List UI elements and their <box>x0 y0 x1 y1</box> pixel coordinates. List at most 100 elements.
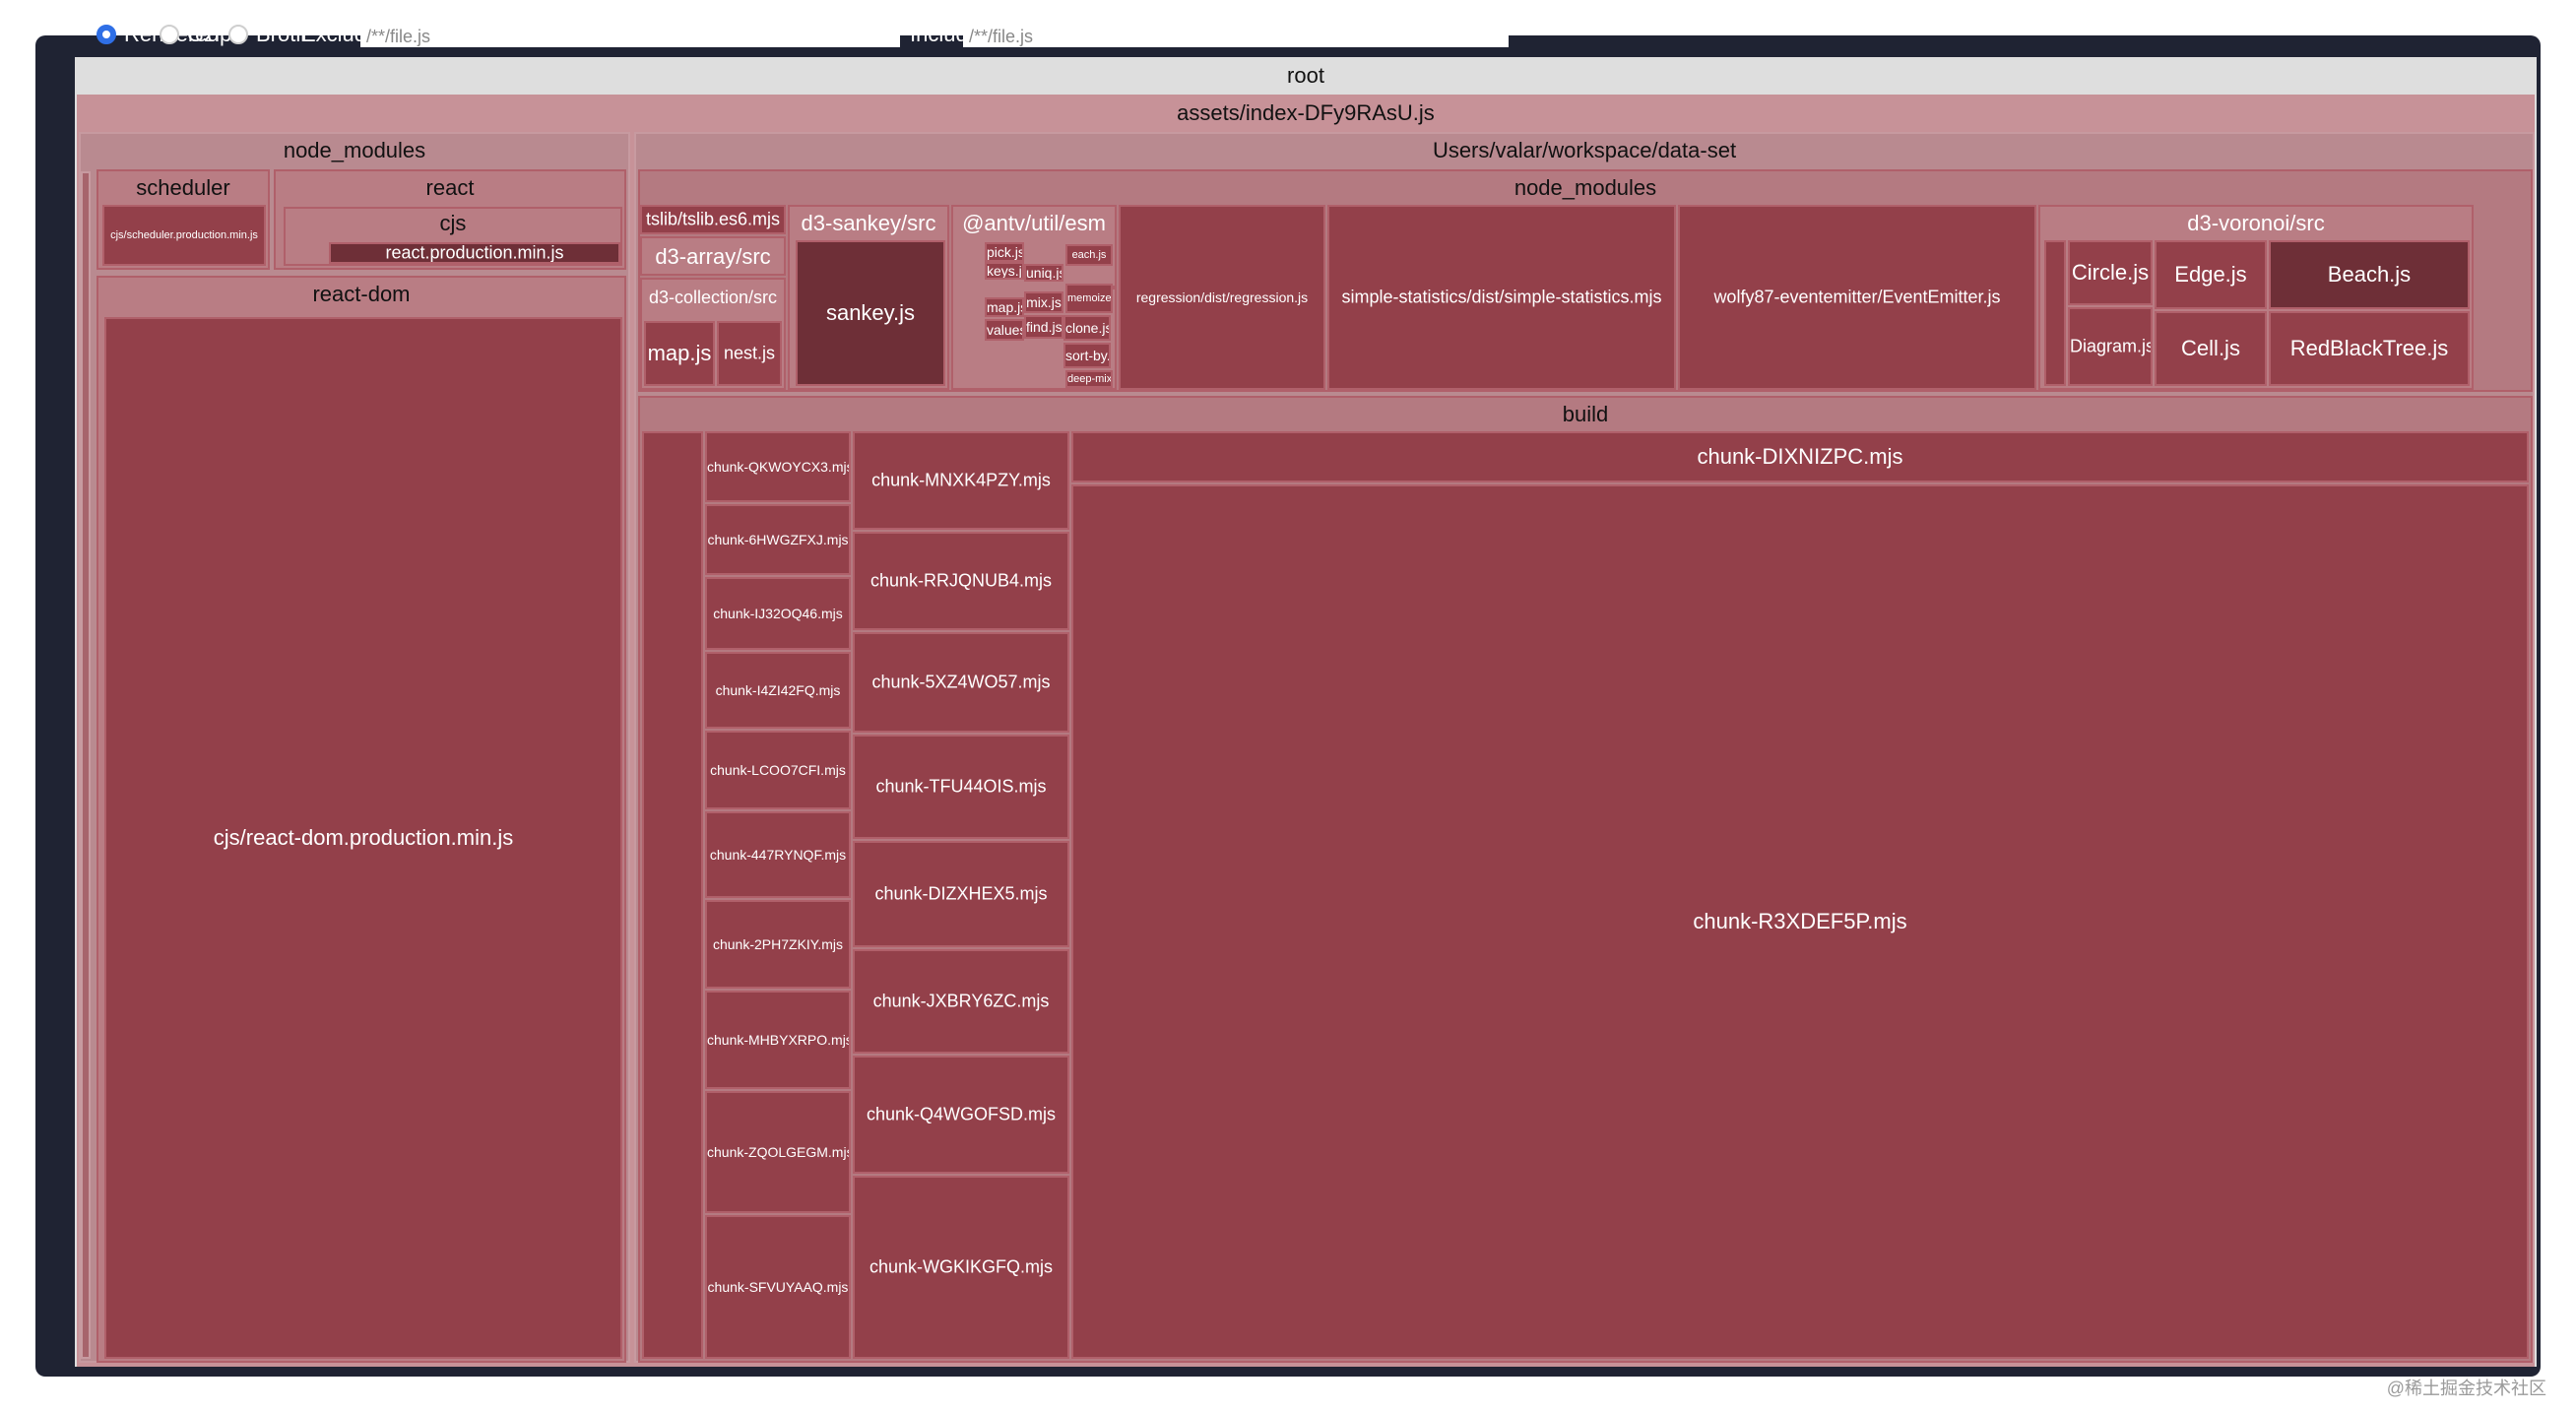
node-redblacktree-js[interactable]: RedBlackTree.js <box>2269 311 2470 386</box>
antv-clone-label: clone.js <box>1065 320 1111 336</box>
node-simple-statistics[interactable]: simple-statistics/dist/simple-statistics… <box>1327 205 1676 390</box>
node-nest-js[interactable]: nest.js <box>717 321 782 386</box>
chunk-label: chunk-DIZXHEX5.mjs <box>874 883 1048 904</box>
node-chunk[interactable]: chunk-WGKIKGFQ.mjs <box>853 1176 1069 1359</box>
node-chunk[interactable]: chunk-6HWGZFXJ.mjs <box>705 504 851 575</box>
node-antv-clone[interactable]: clone.js <box>1063 315 1111 341</box>
redblacktree-js-label: RedBlackTree.js <box>2289 336 2449 360</box>
node-react-file[interactable]: react.production.min.js <box>329 242 620 264</box>
node-cell-js[interactable]: Cell.js <box>2155 311 2267 386</box>
node-chunk[interactable]: chunk-JXBRY6ZC.mjs <box>853 949 1069 1054</box>
node-sankey-js[interactable]: sankey.js <box>796 240 945 386</box>
d3-collection-label: d3-collection/src <box>648 288 778 307</box>
antv-memoize-label: memoize.js <box>1067 292 1112 304</box>
tslib-label: tslib/tslib.es6.mjs <box>645 209 781 229</box>
node-chunk[interactable]: chunk-2PH7ZKIY.mjs <box>705 900 851 989</box>
chunk-label: chunk-6HWGZFXJ.mjs <box>707 532 849 547</box>
node-antv-sort-by[interactable]: sort-by.js <box>1063 343 1111 368</box>
node-chunk[interactable]: chunk-IJ32OQ46.mjs <box>705 577 851 650</box>
node-chunk[interactable]: chunk-ZQOLGEGM.mjs <box>705 1091 851 1213</box>
node-chunk[interactable]: chunk-MNXK4PZY.mjs <box>853 431 1069 530</box>
chunk-label: chunk-TFU44OIS.mjs <box>875 776 1047 797</box>
node-antv-values[interactable]: values.js <box>985 319 1024 341</box>
chunk-dixnizpc-label: chunk-DIXNIZPC.mjs <box>1697 444 1903 469</box>
node-beach-js[interactable]: Beach.js <box>2269 240 2470 309</box>
node-antv-find[interactable]: find.js <box>1024 315 1063 339</box>
map-js-label: map.js <box>647 341 712 365</box>
node-chunk[interactable]: chunk-QKWOYCX3.mjs <box>705 431 851 502</box>
node-chunk[interactable]: chunk-5XZ4WO57.mjs <box>853 632 1069 733</box>
antv-values-label: values.js <box>987 322 1022 338</box>
d3-voronoi-label: d3-voronoi/src <box>2187 211 2325 235</box>
radio-brotli[interactable] <box>228 25 248 44</box>
scheduler-label: scheduler <box>136 175 230 200</box>
node-antv-memoize[interactable]: memoize.js <box>1065 284 1113 313</box>
node-edge-js[interactable]: Edge.js <box>2155 240 2267 309</box>
node-chunk[interactable]: chunk-447RYNQF.mjs <box>705 811 851 898</box>
node-antv-pick[interactable]: pick.js <box>985 242 1024 262</box>
antv-util-label: @antv/util/esm <box>962 211 1106 235</box>
antv-uniq-label: uniq.js <box>1026 265 1063 281</box>
workspace-label: Users/valar/workspace/data-set <box>1432 138 1737 162</box>
node-misc-small[interactable] <box>81 171 91 1359</box>
bundle-label: assets/index-DFy9RAsU.js <box>1177 100 1435 125</box>
include-input[interactable]: /**/file.js <box>963 26 1509 47</box>
node-chunk[interactable]: chunk-SFVUYAAQ.mjs <box>705 1215 851 1359</box>
edge-js-label: Edge.js <box>2174 262 2247 287</box>
chunk-label: chunk-JXBRY6ZC.mjs <box>872 991 1050 1011</box>
node-chunk[interactable]: chunk-TFU44OIS.mjs <box>853 735 1069 839</box>
node-antv-keys[interactable]: keys.js <box>985 262 1024 280</box>
chunk-label: chunk-447RYNQF.mjs <box>709 847 847 863</box>
node-voronoi-small[interactable] <box>2044 240 2066 386</box>
node-circle-js[interactable]: Circle.js <box>2068 240 2153 305</box>
node-antv-each[interactable]: each.js <box>1065 244 1113 266</box>
diagram-js-label: Diagram.js <box>2070 336 2153 356</box>
node-chunk[interactable]: chunk-MHBYXRPO.mjs <box>705 991 851 1089</box>
radio-rendered[interactable] <box>97 25 116 44</box>
treemap-canvas: root assets/index-DFy9RAsU.js node_modul… <box>75 57 2537 1367</box>
node-small-chunks[interactable] <box>642 431 703 1359</box>
workspace-node-modules-label: node_modules <box>1513 175 1657 200</box>
chunk-label: chunk-WGKIKGFQ.mjs <box>869 1256 1054 1277</box>
node-chunk[interactable]: chunk-I4ZI42FQ.mjs <box>705 652 851 729</box>
node-chunk[interactable]: chunk-RRJQNUB4.mjs <box>853 532 1069 630</box>
node-tslib[interactable]: tslib/tslib.es6.mjs <box>640 205 786 234</box>
node-antv-deep-mix[interactable]: deep-mix.js <box>1065 370 1113 388</box>
chunk-label: chunk-5XZ4WO57.mjs <box>871 672 1051 692</box>
option-gzip[interactable]: Gzip <box>160 22 231 47</box>
node-antv-memoize-spacer <box>1113 286 1117 289</box>
node-antv-map[interactable]: map.js <box>985 297 1024 317</box>
node-antv-uniq[interactable]: uniq.js <box>1024 264 1063 282</box>
node-chunk[interactable]: chunk-Q4WGOFSD.mjs <box>853 1056 1069 1174</box>
node-d3-array[interactable]: d3-array/src <box>640 236 786 276</box>
chunk-label: chunk-ZQOLGEGM.mjs <box>707 1144 851 1160</box>
antv-find-label: find.js <box>1026 319 1063 335</box>
chunk-label: chunk-I4ZI42FQ.mjs <box>715 682 841 698</box>
antv-deep-mix-label: deep-mix.js <box>1067 373 1113 385</box>
sankey-js-label: sankey.js <box>825 300 916 325</box>
circle-js-label: Circle.js <box>2071 260 2150 285</box>
node-chunk[interactable]: chunk-DIZXHEX5.mjs <box>853 841 1069 947</box>
antv-mix-label: mix.js <box>1026 294 1062 310</box>
node-chunk-dixnizpc[interactable]: chunk-DIXNIZPC.mjs <box>1071 431 2529 482</box>
node-map-js[interactable]: map.js <box>644 321 715 386</box>
beach-js-label: Beach.js <box>2327 262 2412 287</box>
node-chunk-r3xdef5p[interactable]: chunk-R3XDEF5P.mjs <box>1071 484 2529 1359</box>
node-eventemitter[interactable]: wolfy87-eventemitter/EventEmitter.js <box>1678 205 2036 390</box>
react-file-label: react.production.min.js <box>385 242 564 263</box>
node-scheduler-file[interactable]: cjs/scheduler.production.min.js <box>102 205 266 266</box>
node-react-dom-file[interactable]: cjs/react-dom.production.min.js <box>104 317 622 1359</box>
watermark: @稀土掘金技术社区 <box>2386 1379 2546 1398</box>
chunk-label: chunk-QKWOYCX3.mjs <box>707 459 851 475</box>
node-antv-mix[interactable]: mix.js <box>1024 291 1063 313</box>
radio-gzip[interactable] <box>160 25 179 44</box>
chunk-label: chunk-SFVUYAAQ.mjs <box>707 1279 849 1295</box>
exclude-input[interactable]: /**/file.js <box>360 26 900 47</box>
option-brotli[interactable]: Brotli <box>228 22 305 47</box>
react-cjs-label: cjs <box>439 211 467 235</box>
antv-sort-by-label: sort-by.js <box>1065 348 1111 363</box>
chunk-r3xdef5p-label: chunk-R3XDEF5P.mjs <box>1693 909 1907 933</box>
node-diagram-js[interactable]: Diagram.js <box>2068 307 2153 386</box>
node-chunk[interactable]: chunk-LCOO7CFI.mjs <box>705 731 851 809</box>
node-regression[interactable]: regression/dist/regression.js <box>1119 205 1325 390</box>
